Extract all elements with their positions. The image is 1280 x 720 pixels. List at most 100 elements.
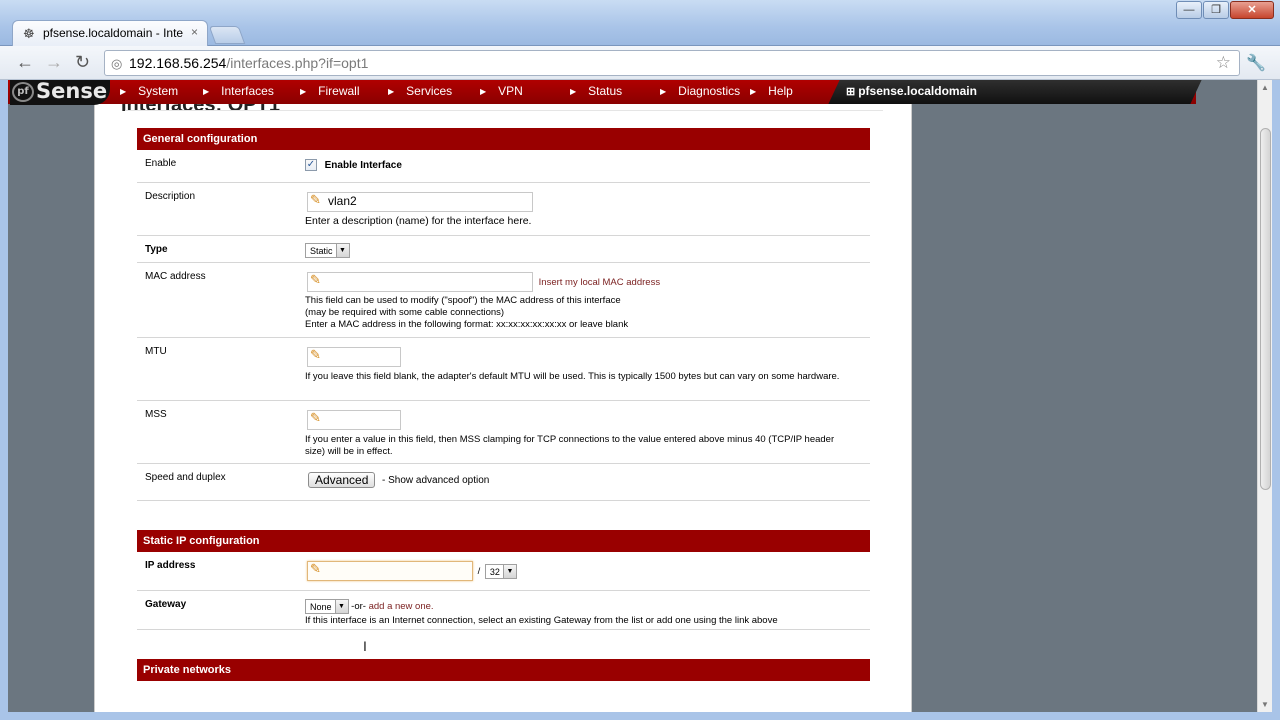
menu-label: Firewall xyxy=(318,84,360,98)
description-input[interactable]: ✎ vlan2 xyxy=(307,192,533,212)
forward-icon[interactable]: → xyxy=(45,52,63,73)
description-hint: Enter a description (name) for the inter… xyxy=(305,215,532,227)
menu-status[interactable]: ▶ Status xyxy=(570,84,622,98)
hostname-text: pfsense.localdomain xyxy=(858,84,977,98)
form-container: General configuration Enable ✓ Enable In… xyxy=(125,110,883,712)
menu-arrow-icon: ▶ xyxy=(570,87,577,96)
address-bar[interactable]: ◎ 192.168.56.254/interfaces.php?if=opt1 … xyxy=(104,50,1240,76)
mtu-hint: If you leave this field blank, the adapt… xyxy=(305,371,840,382)
insert-mac-link[interactable]: Insert my local MAC address xyxy=(539,277,660,288)
text-cursor-icon: I xyxy=(363,638,367,654)
pfsense-logo[interactable]: pf Sense xyxy=(10,80,110,105)
page-content: Interfaces: OPT1 General configuration E… xyxy=(94,104,912,712)
mtu-row: MTU ✎ If you leave this field blank, the… xyxy=(137,338,870,401)
static-ip-heading: Static IP configuration xyxy=(137,530,870,552)
menu-interfaces[interactable]: ▶ Interfaces xyxy=(203,84,274,98)
menu-arrow-icon: ▶ xyxy=(120,87,127,96)
bookmark-star-icon[interactable]: ☆ xyxy=(1216,53,1231,73)
menu-label: Interfaces xyxy=(221,84,274,98)
pencil-icon: ✎ xyxy=(310,410,321,425)
window-controls: — ❐ ✕ xyxy=(1176,1,1274,19)
menu-vpn[interactable]: ▶ VPN xyxy=(480,84,523,98)
menu-label: Services xyxy=(406,84,453,98)
wrench-menu-icon[interactable]: 🔧 xyxy=(1246,53,1266,73)
type-value: Static xyxy=(310,246,333,256)
mac-row: MAC address ✎ Insert my local MAC addres… xyxy=(137,263,870,338)
browser-toolbar: ← → ↻ ◎ 192.168.56.254/interfaces.php?if… xyxy=(0,46,1280,80)
pencil-icon: ✎ xyxy=(310,272,321,287)
mtu-label: MTU xyxy=(145,346,167,357)
vertical-scrollbar[interactable]: ▲ ▼ xyxy=(1257,80,1272,712)
mtu-input[interactable]: ✎ xyxy=(307,347,401,367)
mss-row: MSS ✎ If you enter a value in this field… xyxy=(137,401,870,464)
menu-arrow-icon: ▶ xyxy=(388,87,395,96)
menu-diagnostics[interactable]: ▶ Diagnostics xyxy=(660,84,740,98)
mac-hint-2: (may be required with some cable connect… xyxy=(305,307,505,318)
minimize-button[interactable]: — xyxy=(1176,1,1202,19)
cidr-value: 32 xyxy=(489,566,500,577)
maximize-button[interactable]: ❐ xyxy=(1203,1,1229,19)
window-frame-left xyxy=(0,80,8,720)
pencil-icon: ✎ xyxy=(310,347,321,362)
gateway-or: -or- xyxy=(351,601,366,613)
private-networks-heading: Private networks xyxy=(137,659,870,681)
menu-arrow-icon: ▶ xyxy=(660,87,667,96)
menu-arrow-icon: ▶ xyxy=(750,87,757,96)
cidr-select[interactable]: 32 ▼ xyxy=(484,563,517,579)
mss-label: MSS xyxy=(145,409,167,420)
menu-firewall[interactable]: ▶ Firewall xyxy=(300,84,360,98)
close-window-button[interactable]: ✕ xyxy=(1230,1,1274,19)
enable-interface-checkbox[interactable]: ✓ xyxy=(305,159,317,171)
pencil-icon: ✎ xyxy=(310,192,321,207)
description-value: vlan2 xyxy=(328,194,357,208)
browser-tab[interactable]: ☸ pfsense.localdomain - Inte × xyxy=(12,20,208,47)
mss-hint: If you enter a value in this field, then… xyxy=(305,434,835,457)
advanced-hint: - Show advanced option xyxy=(382,474,490,486)
page-icon: ◎ xyxy=(111,56,123,71)
menu-services[interactable]: ▶ Services xyxy=(388,84,452,98)
url-host: 192.168.56.254 xyxy=(129,55,227,71)
pfsense-favicon-icon: ☸ xyxy=(23,26,35,41)
tab-close-icon[interactable]: × xyxy=(191,25,198,39)
new-tab-button[interactable] xyxy=(208,26,246,44)
gateway-label: Gateway xyxy=(145,599,187,610)
menu-label: System xyxy=(138,84,179,98)
mac-input[interactable]: ✎ xyxy=(307,272,533,292)
mac-label: MAC address xyxy=(145,271,206,282)
speed-duplex-row: Speed and duplex Advanced - Show advance… xyxy=(137,464,870,501)
enable-label: Enable xyxy=(145,158,177,169)
advanced-button[interactable]: Advanced xyxy=(308,472,376,488)
menu-arrow-icon: ▶ xyxy=(203,87,210,96)
pencil-icon: ✎ xyxy=(310,561,321,576)
pfsense-logo-icon: pf xyxy=(12,82,34,102)
network-icon: ⊞ xyxy=(846,86,856,98)
hostname-label: ⊞ pfsense.localdomain xyxy=(846,84,977,98)
speed-duplex-label: Speed and duplex xyxy=(145,472,226,483)
back-icon[interactable]: ← xyxy=(16,52,34,73)
scroll-up-icon[interactable]: ▲ xyxy=(1261,83,1269,92)
reload-icon[interactable]: ↻ xyxy=(75,52,90,73)
menu-label: Diagnostics xyxy=(678,84,741,98)
menu-help[interactable]: ▶ Help xyxy=(750,84,793,98)
menu-label: VPN xyxy=(498,84,523,98)
ip-address-row: IP address ✎ / 32 ▼ xyxy=(137,552,870,591)
type-select[interactable]: Static ▼ xyxy=(305,243,350,258)
mac-hint-1: This field can be used to modify ("spoof… xyxy=(305,295,621,306)
type-row: Type Static ▼ xyxy=(137,236,870,263)
window-frame-right xyxy=(1272,80,1280,720)
chevron-down-icon: ▼ xyxy=(335,244,349,257)
mss-input[interactable]: ✎ xyxy=(307,410,401,430)
gateway-value: None xyxy=(310,602,332,612)
ip-address-label: IP address xyxy=(145,560,196,571)
add-gateway-link[interactable]: add a new one. xyxy=(369,601,434,612)
logo-text: Sense xyxy=(36,80,108,103)
url-path: /interfaces.php?if=opt1 xyxy=(226,55,369,71)
gateway-row: Gateway None ▼ -or- add a new one. If th… xyxy=(137,591,870,630)
menu-system[interactable]: ▶ System xyxy=(120,84,178,98)
window-frame-bottom xyxy=(0,712,1280,720)
scroll-thumb[interactable] xyxy=(1260,128,1271,490)
gateway-select[interactable]: None ▼ xyxy=(305,599,349,614)
menu-label: Status xyxy=(588,84,623,98)
ip-address-input[interactable]: ✎ xyxy=(307,561,473,581)
scroll-down-icon[interactable]: ▼ xyxy=(1261,700,1269,709)
